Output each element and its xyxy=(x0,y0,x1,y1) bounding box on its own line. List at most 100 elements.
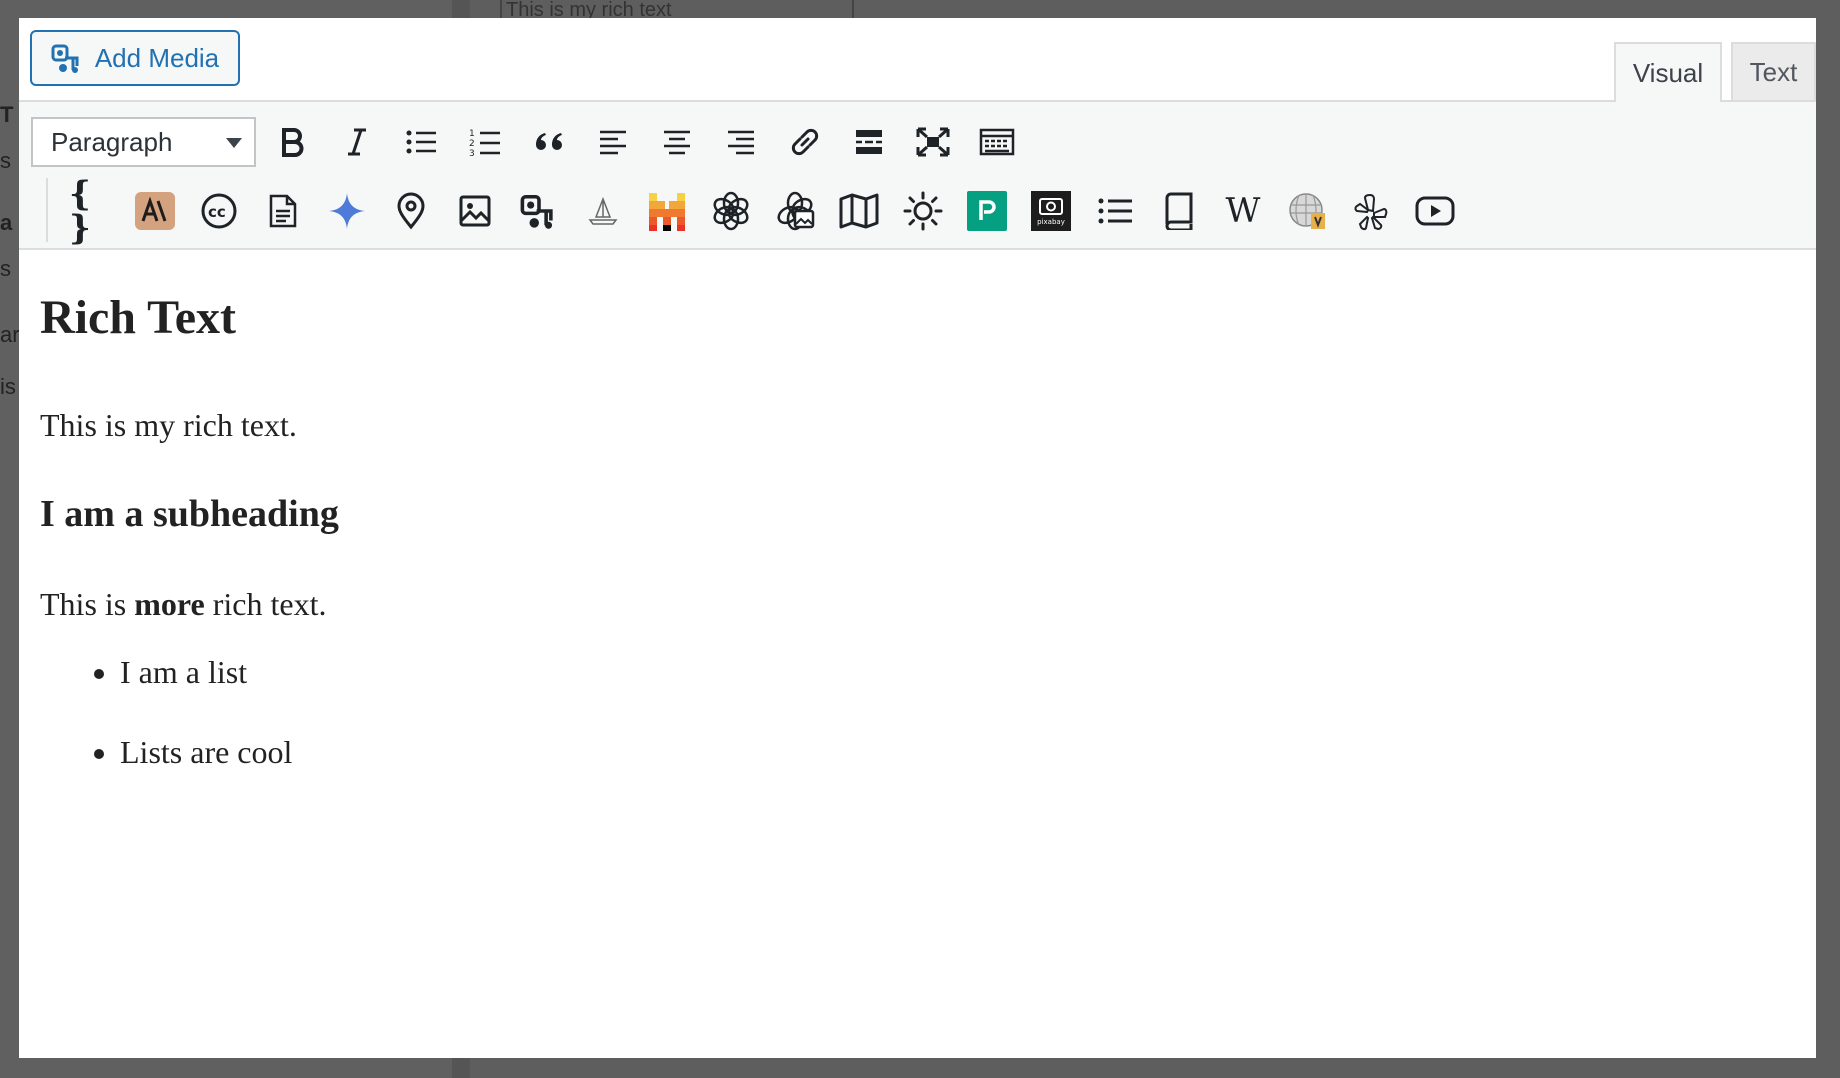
document-button[interactable] xyxy=(261,189,305,233)
svg-text:1: 1 xyxy=(469,129,475,139)
toolbar-toggle-button[interactable] xyxy=(975,120,1019,164)
align-right-button[interactable] xyxy=(719,120,763,164)
paragraph-text: rich text. xyxy=(204,586,327,622)
content-paragraph: This is more rich text. xyxy=(40,586,326,623)
backdrop-letter: ar xyxy=(0,322,20,347)
align-center-button[interactable] xyxy=(655,120,699,164)
wikipedia-globe-button[interactable] xyxy=(1285,189,1329,233)
pixabay-icon: pixabay xyxy=(1031,191,1071,231)
image-icon xyxy=(458,194,492,228)
align-right-icon xyxy=(726,129,756,155)
paragraph-bold-text: more xyxy=(134,586,205,622)
backdrop-letter: a xyxy=(0,210,13,235)
content-list: I am a list Lists are cool xyxy=(40,644,292,804)
map-icon xyxy=(839,193,879,229)
creative-commons-button[interactable]: cc xyxy=(197,189,241,233)
wikipedia-globe-icon xyxy=(1287,191,1327,231)
paragraph-text: This is xyxy=(40,586,135,622)
code-braces-icon: { } xyxy=(69,174,91,248)
yelp-button[interactable] xyxy=(1349,189,1393,233)
youtube-button[interactable] xyxy=(1413,189,1457,233)
read-more-icon xyxy=(854,127,884,157)
content-heading: Rich Text xyxy=(40,291,237,344)
media-icon xyxy=(51,42,83,74)
format-select[interactable]: Paragraph xyxy=(31,117,256,167)
yelp-icon xyxy=(1353,191,1389,231)
map-pin-icon xyxy=(395,192,427,230)
numbered-list-icon: 123 xyxy=(469,127,501,157)
openai-icon xyxy=(711,191,751,231)
add-media-button[interactable]: Add Media xyxy=(30,30,240,86)
media-icon xyxy=(520,192,558,230)
mistral-icon xyxy=(647,191,687,231)
tab-visual[interactable]: Visual xyxy=(1614,42,1722,102)
align-left-icon xyxy=(598,129,628,155)
editor-modal: Add Media Visual Text Paragraph 1 2 3 {… xyxy=(19,18,1816,1058)
editor-toolbar: Paragraph 123 {} cc pixabay W xyxy=(19,100,1816,250)
backdrop-letter: is xyxy=(0,374,16,399)
svg-text:2: 2 xyxy=(469,139,475,149)
svg-text:cc: cc xyxy=(208,203,226,221)
fullscreen-icon xyxy=(916,127,950,157)
tab-text[interactable]: Text xyxy=(1731,42,1816,100)
toolbar-separator xyxy=(46,178,48,242)
openai-image-button[interactable] xyxy=(773,189,817,233)
anthropic-button[interactable] xyxy=(133,189,177,233)
editor-content[interactable]: Rich Text This is my rich text. I am a s… xyxy=(19,250,1816,1058)
youtube-icon xyxy=(1415,195,1455,227)
editor-topbar: Add Media Visual Text xyxy=(19,18,1816,102)
creative-commons-icon: cc xyxy=(200,192,238,230)
align-left-button[interactable] xyxy=(591,120,635,164)
align-center-icon xyxy=(662,129,692,155)
backdrop-letter: T xyxy=(0,102,14,127)
italic-icon xyxy=(344,127,370,157)
bullet-list-button[interactable] xyxy=(399,120,443,164)
sun-button[interactable] xyxy=(901,189,945,233)
map-button[interactable] xyxy=(837,189,881,233)
wikipedia-icon: W xyxy=(1225,191,1261,231)
ship-icon xyxy=(586,196,620,226)
sun-icon xyxy=(903,191,943,231)
wikipedia-button[interactable]: W xyxy=(1221,189,1265,233)
svg-text:3: 3 xyxy=(469,149,475,157)
fullscreen-button[interactable] xyxy=(911,120,955,164)
book-button[interactable] xyxy=(1157,189,1201,233)
anthropic-icon xyxy=(135,192,175,230)
link-button[interactable] xyxy=(783,120,827,164)
add-media-label: Add Media xyxy=(94,42,220,73)
backdrop-letter: s xyxy=(0,256,11,281)
bold-icon xyxy=(280,127,306,157)
pexels-icon xyxy=(967,191,1007,231)
code-button[interactable]: { } xyxy=(69,177,113,245)
bullet-list-icon xyxy=(405,128,437,156)
italic-button[interactable] xyxy=(335,120,379,164)
ship-button[interactable] xyxy=(581,189,625,233)
list-item: Lists are cool xyxy=(120,724,292,804)
read-more-button[interactable] xyxy=(847,120,891,164)
pexels-button[interactable] xyxy=(965,189,1009,233)
blockquote-button[interactable] xyxy=(527,120,571,164)
document-icon xyxy=(268,193,298,229)
content-paragraph: This is my rich text. xyxy=(40,407,297,443)
backdrop-letter: s xyxy=(0,148,11,173)
gemini-sparkle-icon xyxy=(328,192,366,230)
format-select-value: Paragraph xyxy=(51,126,173,157)
image-button[interactable] xyxy=(453,189,497,233)
toolbar-toggle-icon xyxy=(979,127,1015,157)
list-item: I am a list xyxy=(120,644,292,724)
book-icon xyxy=(1163,192,1195,230)
openai-image-icon xyxy=(775,191,815,231)
pixabay-label: pixabay xyxy=(1037,218,1065,226)
gemini-button[interactable] xyxy=(325,189,369,233)
chevron-down-icon xyxy=(226,138,242,148)
media-button[interactable] xyxy=(517,189,561,233)
pixabay-button[interactable]: pixabay xyxy=(1029,189,1073,233)
blockquote-icon xyxy=(533,129,565,155)
bold-button[interactable] xyxy=(271,120,315,164)
mistral-button[interactable] xyxy=(645,189,689,233)
numbered-list-button[interactable]: 123 xyxy=(463,120,507,164)
list-icon xyxy=(1097,196,1133,226)
map-pin-button[interactable] xyxy=(389,189,433,233)
list-button[interactable] xyxy=(1093,189,1137,233)
openai-button[interactable] xyxy=(709,189,753,233)
